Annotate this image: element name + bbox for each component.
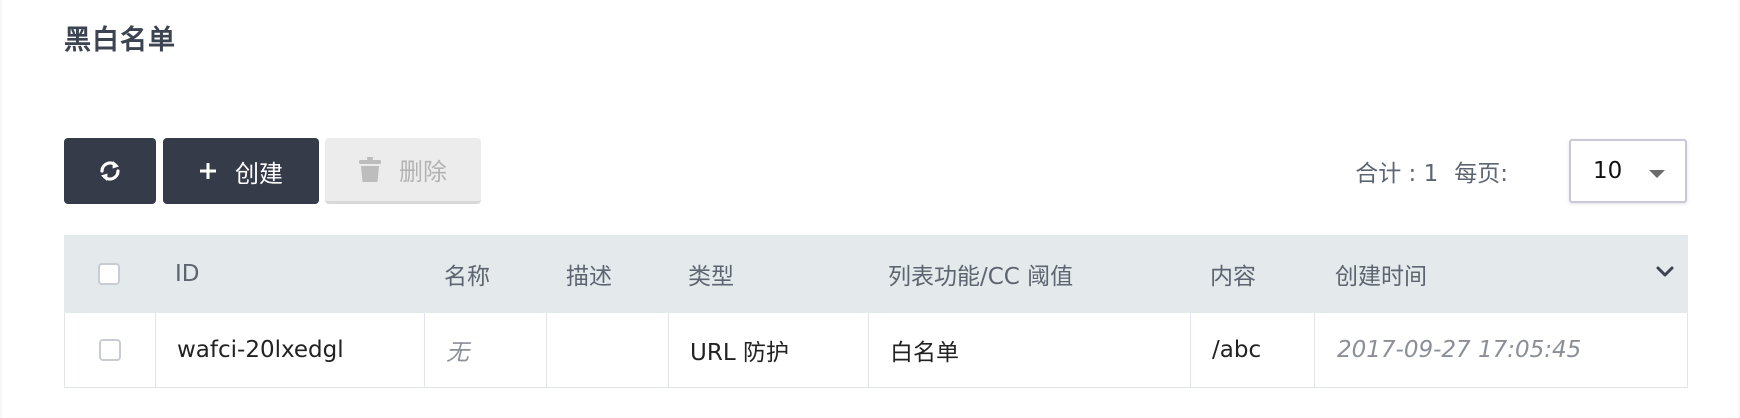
delete-button[interactable]: 删除 — [325, 138, 481, 204]
rules-table: ID 名称 描述 类型 列表功能/CC 阈值 内容 创建时间 wafci-20l… — [64, 235, 1688, 388]
content-panel: 黑白名单 创建 删除 合计: 1 每页: 10 ID 名称 描述 类型 列表功… — [2, 0, 1738, 418]
chevron-down-icon[interactable] — [1656, 265, 1674, 279]
column-header-name[interactable]: 名称 — [423, 235, 545, 313]
trash-icon — [359, 156, 381, 183]
plus-icon — [199, 162, 217, 180]
cell-name: 无 — [424, 313, 546, 387]
column-header-description[interactable]: 描述 — [545, 235, 667, 313]
cell-description — [546, 313, 668, 387]
select-all-checkbox[interactable] — [98, 263, 120, 285]
column-header-id[interactable]: ID — [154, 235, 423, 313]
row-checkbox[interactable] — [99, 339, 121, 361]
page-title: 黑白名单 — [64, 25, 176, 56]
per-page-value: 10 — [1593, 158, 1623, 184]
per-page-select[interactable]: 10 — [1569, 139, 1687, 203]
cell-created-time: 2017-09-27 17:05:45 — [1314, 313, 1689, 387]
table-row[interactable]: wafci-20lxedgl 无 URL 防护 白名单 /abc 2017-09… — [64, 313, 1688, 388]
refresh-icon — [97, 158, 123, 184]
pagination-summary: 合计 : 1 每页: — [1355, 154, 1508, 188]
column-header-list-function[interactable]: 列表功能/CC 阈值 — [867, 235, 1189, 313]
caret-down-icon — [1649, 170, 1665, 178]
per-page-label: 每页: — [1454, 161, 1508, 187]
header-checkbox-cell — [64, 235, 154, 313]
create-button[interactable]: 创建 — [163, 138, 319, 204]
row-checkbox-cell — [65, 313, 155, 387]
column-header-created-time[interactable]: 创建时间 — [1313, 235, 1688, 313]
delete-button-label: 删除 — [399, 158, 447, 186]
create-button-label: 创建 — [235, 159, 283, 188]
refresh-button[interactable] — [64, 138, 156, 204]
column-header-content[interactable]: 内容 — [1189, 235, 1313, 313]
column-header-type[interactable]: 类型 — [667, 235, 867, 313]
cell-list-function: 白名单 — [868, 313, 1190, 387]
cell-content: /abc — [1190, 313, 1314, 387]
cell-type: URL 防护 — [668, 313, 868, 387]
table-header: ID 名称 描述 类型 列表功能/CC 阈值 内容 创建时间 — [64, 235, 1688, 313]
total-count: 合计 : 1 — [1355, 161, 1439, 187]
cell-id[interactable]: wafci-20lxedgl — [155, 313, 424, 387]
